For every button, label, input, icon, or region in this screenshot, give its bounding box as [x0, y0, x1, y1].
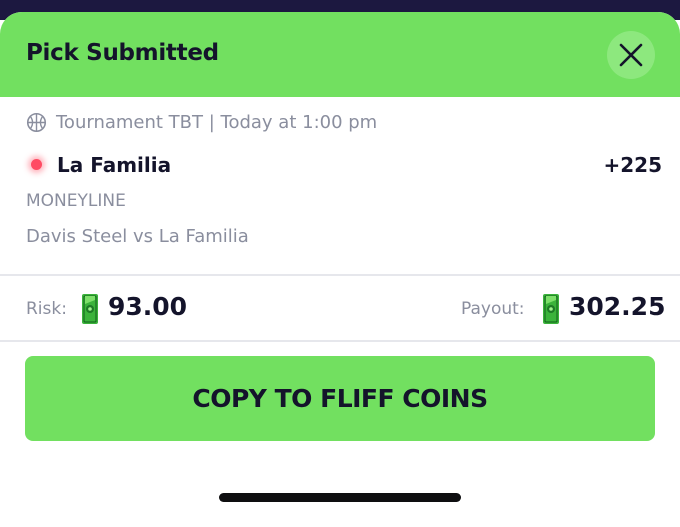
selection-name: La Familia: [57, 153, 172, 177]
selection-odds: +225: [603, 153, 662, 177]
event-name: Tournament TBT | Today at 1:00 pm: [56, 111, 378, 133]
close-icon: [619, 43, 643, 67]
cash-icon: [82, 294, 98, 324]
sheet-header: Pick Submitted: [0, 12, 680, 97]
divider: [0, 274, 680, 276]
pick-submitted-sheet: Pick Submitted: [0, 12, 680, 527]
market-type: MONEYLINE: [26, 191, 126, 211]
sheet-title: Pick Submitted: [26, 40, 219, 66]
payout-label: Payout:: [461, 299, 525, 319]
divider: [0, 340, 680, 342]
cash-icon: [543, 294, 559, 324]
risk-label: Risk:: [26, 299, 67, 319]
close-button[interactable]: [607, 31, 655, 79]
copy-to-fliff-coins-button[interactable]: COPY TO FLIFF COINS: [25, 356, 655, 441]
home-indicator: [219, 493, 461, 502]
event-info: Tournament TBT | Today at 1:00 pm: [26, 110, 377, 134]
copy-button-label: COPY TO FLIFF COINS: [192, 384, 488, 413]
risk-amount: 93.00: [108, 292, 188, 321]
matchup: Davis Steel vs La Familia: [26, 226, 249, 247]
payout-amount: 302.25: [569, 292, 666, 321]
live-status-dot: [31, 159, 42, 170]
basketball-icon: [26, 112, 47, 132]
